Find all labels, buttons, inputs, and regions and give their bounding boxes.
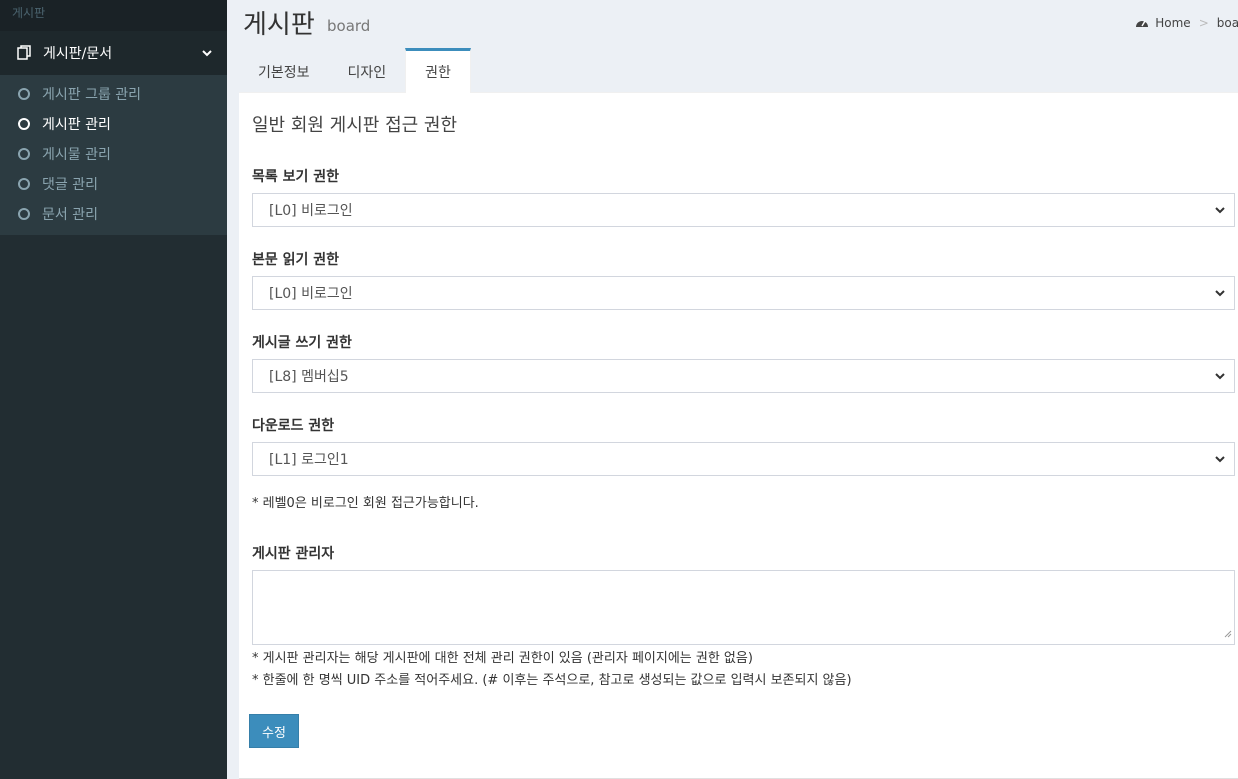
chevron-down-icon <box>1214 453 1226 465</box>
sidebar-item-document-manage[interactable]: 문서 관리 <box>0 199 227 229</box>
sidebar: 게시판 게시판/문서 게시판 그룹 관리 게시판 관리 게시물 관리 댓글 관리… <box>0 0 227 779</box>
circle-icon <box>18 88 30 100</box>
download-label: 다운로드 권한 <box>252 418 335 434</box>
tab-permissions[interactable]: 권한 <box>405 48 471 93</box>
sidebar-item-comment-manage[interactable]: 댓글 관리 <box>0 169 227 199</box>
circle-icon <box>18 148 30 160</box>
write-label: 게시글 쓰기 권한 <box>252 335 352 351</box>
breadcrumb: Home > boar <box>1135 16 1238 30</box>
select-value: [L8] 멤버십5 <box>269 369 349 385</box>
resize-grip-icon[interactable] <box>1224 623 1232 642</box>
download-select[interactable]: [L1] 로그인1 <box>252 442 1235 476</box>
page-title: 게시판 <box>243 10 315 40</box>
sidebar-item-post-manage[interactable]: 게시물 관리 <box>0 139 227 169</box>
read-select[interactable]: [L0] 비로그인 <box>252 276 1235 310</box>
sidebar-item-board-group[interactable]: 게시판 그룹 관리 <box>0 79 227 109</box>
select-value: [L0] 비로그인 <box>269 203 353 219</box>
circle-icon <box>18 208 30 220</box>
circle-icon <box>18 118 30 130</box>
sidebar-submenu: 게시판 그룹 관리 게시판 관리 게시물 관리 댓글 관리 문서 관리 <box>0 75 227 235</box>
read-label: 본문 읽기 권한 <box>252 252 340 268</box>
sidebar-item-board-manage[interactable]: 게시판 관리 <box>0 109 227 139</box>
sidebar-header: 게시판 <box>0 0 227 31</box>
admin-help-text-1: * 게시판 관리자는 해당 게시판에 대한 전체 관리 권한이 있음 (관리자 … <box>252 651 753 666</box>
admin-label: 게시판 관리자 <box>252 546 335 562</box>
circle-icon <box>18 178 30 190</box>
page-subtitle: board <box>327 17 371 35</box>
content-area: 게시판 board Home > boar 기본정보 디자인 권한 일반 회원 … <box>227 0 1238 779</box>
level-help-text: * 레벨0은 비로그인 회원 접근가능합니다. <box>252 496 479 511</box>
select-value: [L0] 비로그인 <box>269 286 353 302</box>
chevron-down-icon <box>201 48 213 58</box>
copy-icon <box>17 45 33 61</box>
write-select[interactable]: [L8] 멤버십5 <box>252 359 1235 393</box>
dashboard-icon <box>1135 17 1149 29</box>
sidebar-menu-board-docs[interactable]: 게시판/문서 <box>0 31 227 75</box>
list-view-label: 목록 보기 권한 <box>252 169 340 185</box>
chevron-down-icon <box>1214 204 1226 216</box>
sidebar-item-label: 게시판 그룹 관리 <box>42 87 142 103</box>
breadcrumb-separator: > <box>1198 16 1209 30</box>
admin-help-text-2: * 한줄에 한 명씩 UID 주소를 적어주세요. (# 이후는 주석으로, 참… <box>252 673 852 688</box>
sidebar-item-label: 댓글 관리 <box>42 177 98 193</box>
sidebar-parent-label: 게시판/문서 <box>43 46 113 62</box>
select-value: [L1] 로그인1 <box>269 452 349 468</box>
list-view-select[interactable]: [L0] 비로그인 <box>252 193 1235 227</box>
submit-button[interactable]: 수정 <box>249 714 299 748</box>
chevron-down-icon <box>1214 370 1226 382</box>
permissions-pane: 일반 회원 게시판 접근 권한 목록 보기 권한 [L0] 비로그인 본문 읽기… <box>239 111 1238 748</box>
tab-basic-info[interactable]: 기본정보 <box>239 48 329 93</box>
sidebar-item-label: 문서 관리 <box>42 207 98 223</box>
content-header: 게시판 board Home > boar <box>227 0 1238 50</box>
section-title: 일반 회원 게시판 접근 권한 <box>252 115 458 136</box>
sidebar-item-label: 게시판 관리 <box>42 117 111 133</box>
tabs-box: 기본정보 디자인 권한 일반 회원 게시판 접근 권한 목록 보기 권한 [L0… <box>239 48 1238 779</box>
breadcrumb-current: boar <box>1216 16 1238 30</box>
sidebar-item-label: 게시물 관리 <box>42 147 111 163</box>
chevron-down-icon <box>1214 287 1226 299</box>
breadcrumb-home-link[interactable]: Home <box>1155 16 1190 30</box>
tab-nav: 기본정보 디자인 권한 <box>239 48 1238 93</box>
tab-design[interactable]: 디자인 <box>329 48 406 93</box>
admin-textarea[interactable] <box>252 570 1235 645</box>
